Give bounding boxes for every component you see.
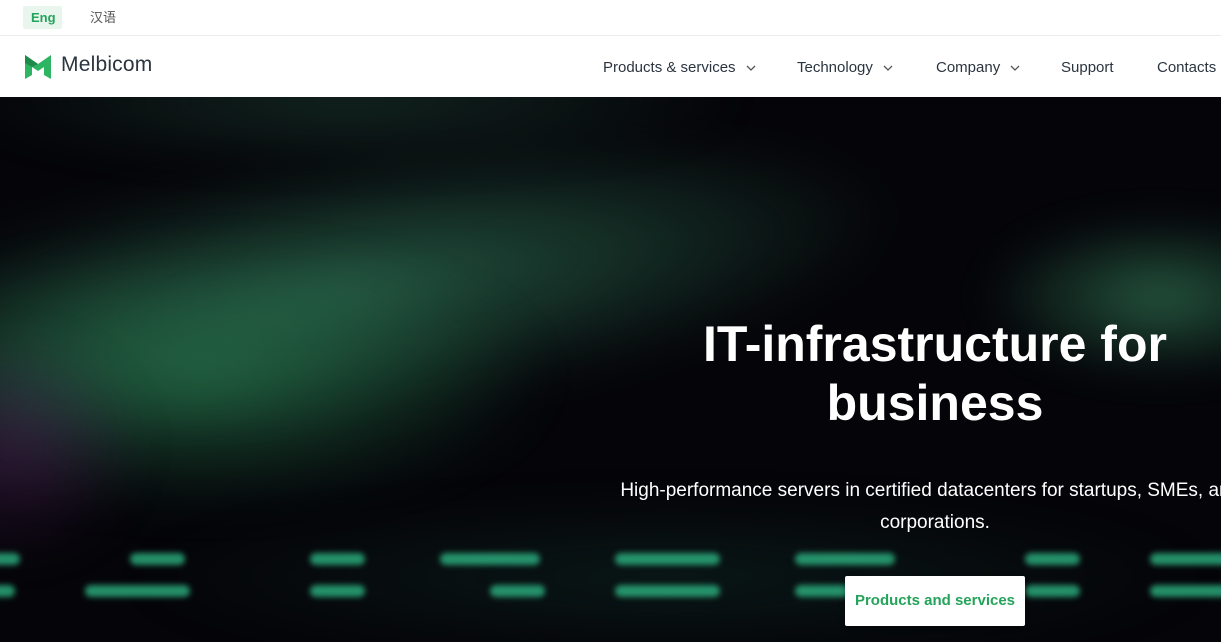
chevron-down-icon bbox=[746, 65, 756, 71]
nav-label: Company bbox=[936, 59, 1001, 76]
hero-subtitle-line2: corporations. bbox=[880, 512, 990, 533]
nav-products-services[interactable]: Products & services bbox=[603, 59, 756, 76]
main-navbar: Melbicom Products & services Technology … bbox=[0, 37, 1221, 97]
hero-section: IT-infrastructure for business High-perf… bbox=[0, 97, 1221, 642]
nav-technology[interactable]: Technology bbox=[797, 59, 893, 76]
nav-label: Contacts bbox=[1157, 59, 1217, 76]
hero-title-line2: business bbox=[826, 375, 1044, 431]
nav-company[interactable]: Company bbox=[936, 59, 1020, 76]
nav-support[interactable]: Support bbox=[1061, 59, 1114, 76]
nav-contacts[interactable]: Contacts bbox=[1157, 59, 1216, 76]
nav-label: Support bbox=[1061, 59, 1114, 76]
products-and-services-button[interactable]: Products and services bbox=[845, 576, 1025, 626]
hero-title: IT-infrastructure for business bbox=[650, 315, 1220, 433]
chevron-down-icon bbox=[1010, 65, 1020, 71]
hero-subtitle: High-performance servers in certified da… bbox=[600, 475, 1221, 539]
hero-title-line1: IT-infrastructure for bbox=[703, 316, 1167, 372]
brand-name[interactable]: Melbicom bbox=[61, 53, 152, 77]
language-english[interactable]: Eng bbox=[23, 6, 62, 29]
hero-subtitle-line1: High-performance servers in certified da… bbox=[620, 480, 1221, 501]
nav-label: Technology bbox=[797, 59, 873, 76]
language-chinese[interactable]: 汉语 bbox=[82, 6, 124, 29]
nav-label: Products & services bbox=[603, 59, 736, 76]
language-bar: Eng 汉语 bbox=[0, 0, 1221, 36]
chevron-down-icon bbox=[883, 65, 893, 71]
melbicom-logo-icon[interactable] bbox=[23, 51, 53, 83]
